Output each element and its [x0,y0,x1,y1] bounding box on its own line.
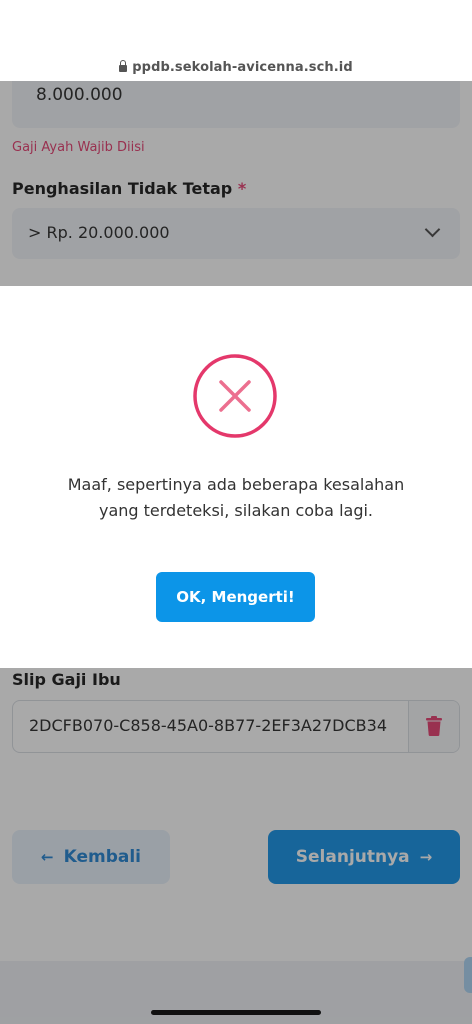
url-display[interactable]: ppdb.sekolah-avicenna.sch.id [0,60,472,75]
modal-message: Maaf, sepertinya ada beberapa kesalahan … [40,472,432,524]
modal-message-line-1: Maaf, sepertinya ada beberapa kesalahan [67,475,405,494]
modal-message-line-2: yang terdeteksi, silakan coba lagi. [98,501,374,520]
error-modal: Maaf, sepertinya ada beberapa kesalahan … [0,286,472,668]
error-x-circle-icon [193,354,277,438]
url-text: ppdb.sekolah-avicenna.sch.id [132,60,353,75]
ok-button[interactable]: OK, Mengerti! [156,572,315,622]
home-indicator[interactable] [151,1010,321,1015]
browser-url-bar[interactable]: ppdb.sekolah-avicenna.sch.id [0,0,472,81]
lock-icon [119,60,128,72]
